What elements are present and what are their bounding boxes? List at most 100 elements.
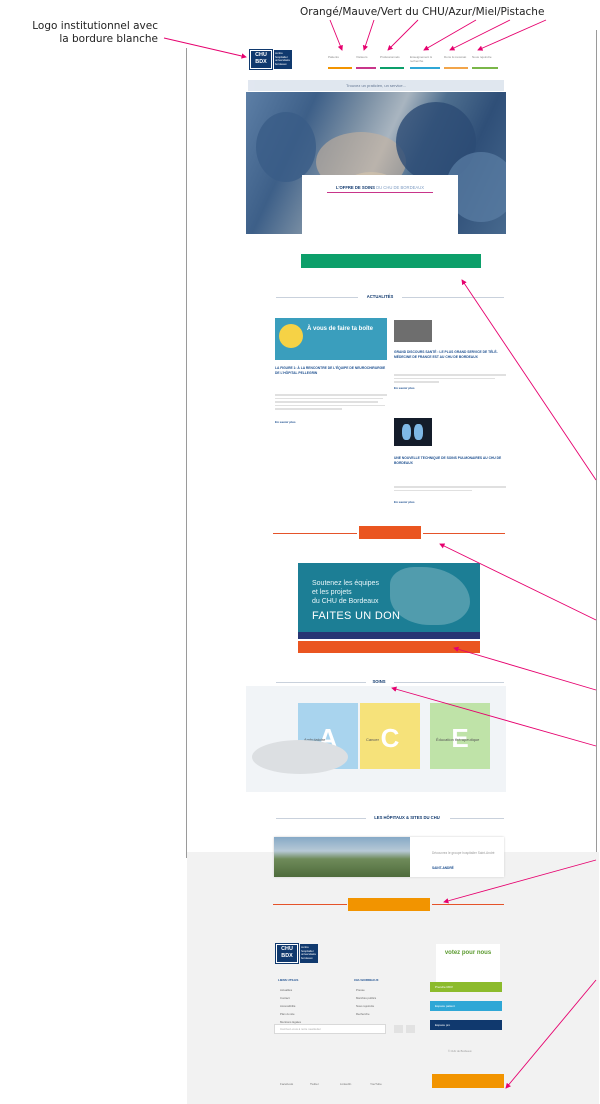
news-featured-title[interactable]: LA FIGURE 1: À LA RENCONTRE DE L'ÉQUIPE … (275, 366, 387, 375)
hospital-photo (274, 837, 410, 877)
footer-logo[interactable]: CHU BDX (275, 943, 299, 964)
news-more-button[interactable] (359, 526, 421, 539)
news-item-1-body (394, 372, 506, 385)
hero-card: L'OFFRE DE SOINS DU CHU DE BORDEAUX (302, 175, 458, 235)
newsletter-submit-icon[interactable] (394, 1025, 403, 1033)
news-rule-left (276, 297, 358, 298)
nav-color-bar (410, 67, 440, 69)
footer-social-link[interactable]: LinkedIn (340, 1082, 351, 1086)
chu-logo[interactable]: CHU BDX (249, 49, 273, 70)
soins-tile-2[interactable]: E Éducation thérapeutique (430, 703, 490, 769)
footer-link[interactable]: Accessibilité (280, 1004, 295, 1008)
donation-title: FAITES UN DON (312, 610, 401, 622)
soins-tile-label: Éducation thérapeutique (436, 737, 480, 742)
soins-section-title: SOINS (372, 679, 386, 684)
logo-text: CHU BDX (255, 52, 267, 65)
soins-pebble-decoration (252, 740, 348, 774)
search-bar[interactable]: Trouvez un praticien, un service... (248, 80, 504, 91)
news-section-title: ACTUALITÉS (366, 294, 394, 299)
footer-badge[interactable]: votez pour nous (436, 944, 500, 982)
nav-item-label: Professionnels (380, 55, 400, 59)
footer-col1-title: LIENS UTILES (278, 978, 299, 982)
hero-card-underline (327, 192, 433, 193)
footer-link[interactable]: Contact (280, 996, 290, 1000)
news-item-1-more-link[interactable]: En savoir plus (394, 386, 415, 390)
nav-color-bar (328, 67, 352, 69)
newsletter-mail-icon[interactable] (406, 1025, 415, 1033)
nav-item-3[interactable]: Enseignement & recherche (410, 55, 440, 69)
footer-link[interactable]: Marchés publics (356, 996, 376, 1000)
nav-item-4[interactable]: Dons & mécénat (444, 55, 468, 69)
nav-color-bar (444, 67, 468, 69)
news-item-1-image[interactable] (394, 320, 432, 342)
news-item-2-body (394, 484, 506, 493)
hospitals-button[interactable] (348, 898, 430, 911)
donation-bottom-stripe (298, 632, 480, 639)
nav-item-label: Enseignement & recherche (410, 55, 433, 63)
footer-social-link[interactable]: YouTube (370, 1082, 382, 1086)
hospitals-red-rule-right (432, 904, 504, 905)
soins-rule-left (276, 682, 366, 683)
annotation-logo-note: Logo institutionnel avec la bordure blan… (8, 20, 158, 46)
footer-button-2[interactable]: Espace pro (430, 1020, 502, 1030)
hospital-text: Découvrez le groupe hospitalier Saint-An… (432, 851, 495, 855)
nav-item-label: Dons & mécénat (444, 55, 467, 59)
annotation-logo-line1: Logo institutionnel avec (32, 20, 158, 32)
nav-color-bar (380, 67, 404, 69)
news-item-2-title[interactable]: UNE NOUVELLE TECHNIQUE DE SOINS PULMONAI… (394, 456, 506, 465)
footer-link[interactable]: Actualités (280, 988, 292, 992)
hospitals-rule-right (450, 818, 504, 819)
footer-button-0[interactable]: Prendre RDV (430, 982, 502, 992)
news-item-1-title[interactable]: GRAND DISCOURS SANTÉ : LE PLUS GRAND SER… (394, 350, 506, 359)
annotation-logo-line2: la bordure blanche (59, 33, 158, 45)
donation-button[interactable] (298, 641, 480, 653)
logo-subtext: centre hospitalier universitaire bordeau… (274, 50, 292, 69)
footer-social-link[interactable]: Twitter (310, 1082, 319, 1086)
footer-social-link[interactable]: Facebook (280, 1082, 293, 1086)
green-cta-button[interactable] (301, 254, 481, 268)
nav-item-label: Visiteurs (356, 55, 368, 59)
nav-item-1[interactable]: Visiteurs (356, 55, 376, 69)
hospitals-section-title: LES HÔPITAUX & SITES DU CHU (374, 815, 440, 820)
footer-link[interactable]: Plan du site (280, 1012, 295, 1016)
nav-color-bar (472, 67, 498, 69)
site-footer-background (187, 852, 599, 1104)
donation-banner[interactable]: Soutenez les équipes et les projets du C… (298, 563, 480, 639)
news-red-rule-left (273, 533, 357, 534)
gironde-map-shape (390, 567, 470, 625)
frame-line-left (186, 48, 187, 858)
donation-text: Soutenez les équipes et les projets du C… (312, 580, 379, 605)
soins-tile-1[interactable]: C Cancer (360, 703, 420, 769)
news-item-2-image[interactable] (394, 418, 432, 446)
news-rule-right (402, 297, 504, 298)
footer-copyright: © CHU de Bordeaux (448, 1050, 472, 1053)
hospital-card[interactable] (274, 837, 504, 877)
hero-card-title: L'OFFRE DE SOINS DU CHU DE BORDEAUX (335, 185, 425, 190)
arrow-logo (163, 37, 247, 59)
nav-color-bar (356, 67, 376, 69)
newsletter-input[interactable]: Inscrivez-vous à notre newsletter (274, 1024, 386, 1034)
nav-item-5[interactable]: Nous rejoindre (472, 55, 498, 69)
nav-item-label: Nous rejoindre (472, 55, 492, 59)
hospitals-red-rule-left (273, 904, 347, 905)
footer-link[interactable]: Presse (356, 988, 365, 992)
news-featured-image[interactable]: À vous de faire ta boîte (275, 318, 387, 360)
footer-link[interactable]: Nous rejoindre (356, 1004, 374, 1008)
soins-tile-label: Cancer (366, 737, 379, 742)
hospital-link[interactable]: SAINT-ANDRÉ (432, 866, 454, 870)
news-red-rule-right (423, 533, 505, 534)
news-featured-more-link[interactable]: En savoir plus (275, 420, 296, 424)
footer-logo-subtext: centre hospitalier universitaire bordeau… (300, 944, 318, 963)
annotation-colors-note: Orangé/Mauve/Vert du CHU/Azur/Miel/Pista… (300, 6, 545, 18)
nav-item-label: Patients (328, 55, 339, 59)
news-featured-body (275, 392, 387, 412)
footer-link[interactable]: Recherche (356, 1012, 370, 1016)
footer-orange-button[interactable] (432, 1074, 504, 1088)
soins-rule-right (394, 682, 504, 683)
footer-badge-text: votez pour nous (444, 950, 492, 956)
nav-item-2[interactable]: Professionnels (380, 55, 404, 69)
hospitals-rule-left (276, 818, 366, 819)
footer-button-1[interactable]: Espace patient (430, 1001, 502, 1011)
news-item-2-more-link[interactable]: En savoir plus (394, 500, 415, 504)
nav-item-0[interactable]: Patients (328, 55, 352, 69)
